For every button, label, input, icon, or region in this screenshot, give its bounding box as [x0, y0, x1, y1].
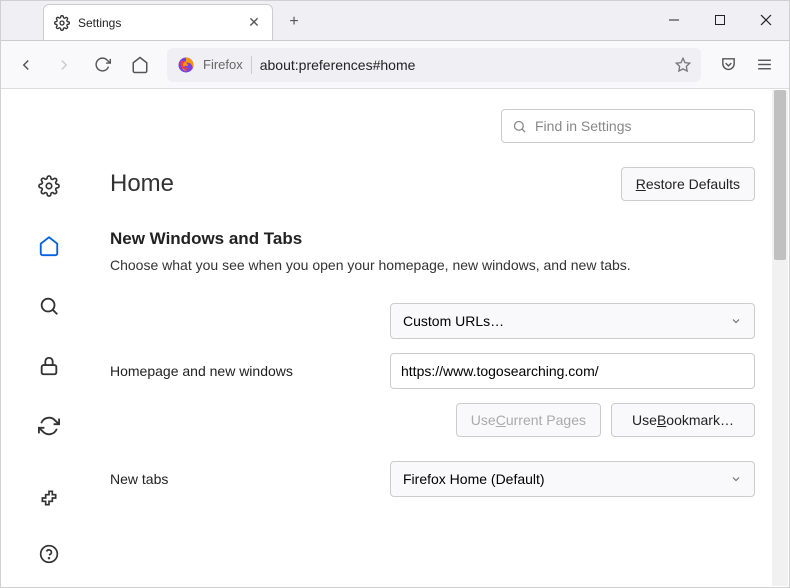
settings-main: Home Restore Defaults New Windows and Ta…: [96, 89, 789, 587]
use-current-pages-button[interactable]: Use Current Pages: [456, 403, 601, 437]
back-button[interactable]: [9, 48, 43, 82]
new-tab-button[interactable]: +: [279, 7, 309, 37]
find-settings-box[interactable]: [501, 109, 755, 143]
tab-title: Settings: [78, 16, 238, 30]
nav-toolbar: Firefox about:preferences#home: [1, 41, 789, 89]
close-tab-button[interactable]: ✕: [246, 15, 262, 31]
homepage-label: Homepage and new windows: [110, 363, 390, 379]
sidebar-item-extensions[interactable]: [30, 479, 68, 517]
chevron-down-icon: [730, 315, 742, 327]
app-menu-button[interactable]: [747, 48, 781, 82]
sidebar-item-general[interactable]: [30, 167, 68, 205]
home-button[interactable]: [123, 48, 157, 82]
restore-defaults-button[interactable]: Restore Defaults: [621, 167, 755, 201]
search-icon: [512, 119, 527, 134]
minimize-button[interactable]: [651, 0, 697, 40]
content-area: Home Restore Defaults New Windows and Ta…: [1, 89, 789, 587]
homepage-url-input[interactable]: [390, 353, 755, 389]
newtabs-label: New tabs: [110, 471, 390, 487]
section-title: New Windows and Tabs: [110, 229, 755, 249]
page-title: Home: [110, 170, 174, 198]
sidebar-item-search[interactable]: [30, 287, 68, 325]
pocket-button[interactable]: [711, 48, 745, 82]
sidebar-item-sync[interactable]: [30, 407, 68, 445]
url-bar[interactable]: Firefox about:preferences#home: [167, 48, 701, 82]
settings-sidebar: [1, 89, 96, 587]
firefox-icon: [177, 56, 195, 74]
select-value: Firefox Home (Default): [403, 471, 545, 487]
vertical-scrollbar[interactable]: [772, 90, 788, 586]
select-value: Custom URLs…: [403, 313, 504, 329]
identity-label: Firefox: [203, 57, 243, 72]
scrollbar-thumb[interactable]: [774, 90, 786, 260]
maximize-button[interactable]: [697, 0, 743, 40]
bookmark-star-icon[interactable]: [675, 57, 691, 73]
section-description: Choose what you see when you open your h…: [110, 257, 755, 273]
find-settings-input[interactable]: [535, 118, 744, 134]
sidebar-item-help[interactable]: [30, 535, 68, 573]
forward-button[interactable]: [47, 48, 81, 82]
use-bookmark-button[interactable]: Use Bookmark…: [611, 403, 755, 437]
reload-button[interactable]: [85, 48, 119, 82]
gear-icon: [54, 15, 70, 31]
newtabs-select[interactable]: Firefox Home (Default): [390, 461, 755, 497]
title-bar: Settings ✕ +: [1, 1, 789, 41]
window-controls: [651, 0, 789, 40]
homepage-mode-select[interactable]: Custom URLs…: [390, 303, 755, 339]
separator: [251, 56, 252, 74]
sidebar-item-home[interactable]: [30, 227, 68, 265]
url-text: about:preferences#home: [260, 57, 667, 73]
sidebar-item-privacy[interactable]: [30, 347, 68, 385]
close-window-button[interactable]: [743, 0, 789, 40]
chevron-down-icon: [730, 473, 742, 485]
browser-tab[interactable]: Settings ✕: [43, 4, 273, 40]
